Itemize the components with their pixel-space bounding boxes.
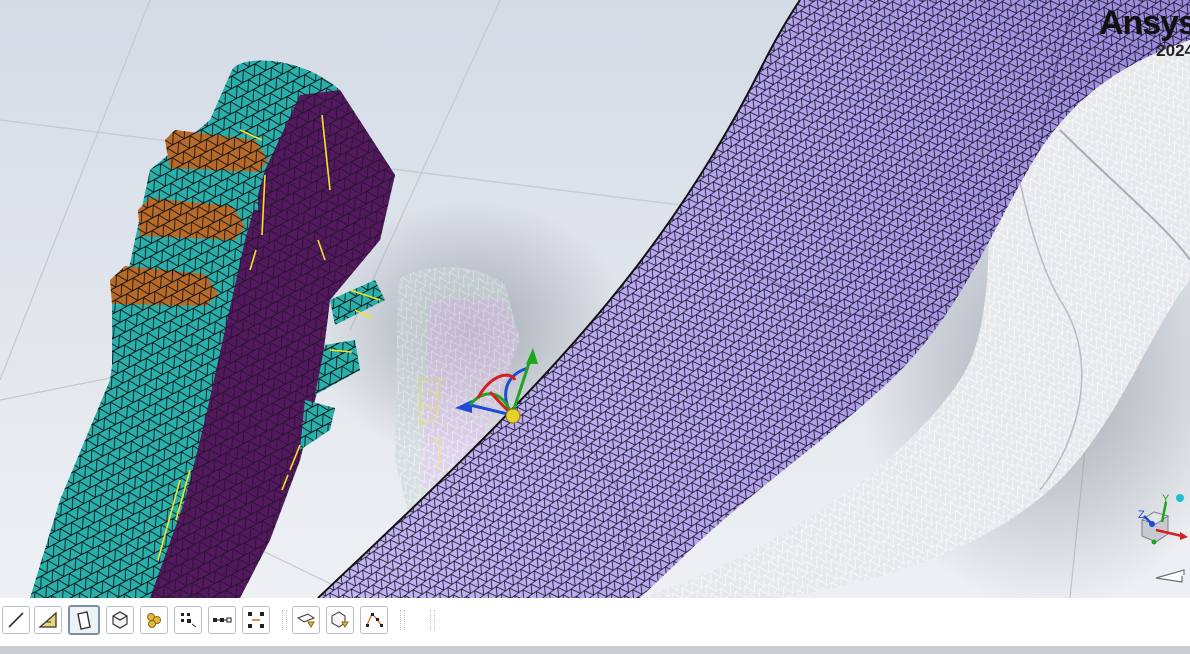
cells-icon [147,613,161,628]
select-face-edge-tool[interactable] [34,606,62,634]
rotate-view-arrow-icon[interactable] [1154,566,1188,586]
view-orientation-triad[interactable]: Y Z [1128,490,1190,552]
face-filter-tool[interactable] [292,606,320,634]
ansys-logo: Ansys 2024 [1099,6,1190,59]
body-filter-tool[interactable] [326,606,354,634]
select-node-group-tool[interactable] [242,606,270,634]
select-path-tool[interactable] [208,606,236,634]
toolbar-separator [282,610,287,630]
select-nodes-tool[interactable] [174,606,202,634]
toolbar-separator [430,610,435,630]
face-filter-icon [296,613,316,628]
status-bar [0,646,1190,654]
polyline-icon [366,612,383,627]
toolbar-separator [400,610,405,630]
node-path-icon [213,617,232,623]
cube-icon [112,611,128,629]
graphics-viewport[interactable]: Ansys 2024 Y Z [0,0,1190,598]
svg-text:Y: Y [1162,493,1170,505]
select-face-tool[interactable] [68,605,100,635]
brand-version: 2024 [1156,41,1190,60]
edge-line-icon [8,612,24,628]
polyline-select-tool[interactable] [360,606,388,634]
node-group-icon [248,612,264,628]
face-quad-icon [77,611,91,630]
select-body-tool[interactable] [106,606,134,634]
select-zone-tool[interactable] [140,606,168,634]
brand-name: Ansys [1098,4,1190,42]
svg-text:Z: Z [1138,509,1145,521]
selection-toolbar [0,598,1190,646]
body-filter-icon [331,611,349,628]
select-edge-tool[interactable] [2,606,30,634]
triangle-face-icon [38,611,57,628]
node-points-icon [181,613,197,628]
